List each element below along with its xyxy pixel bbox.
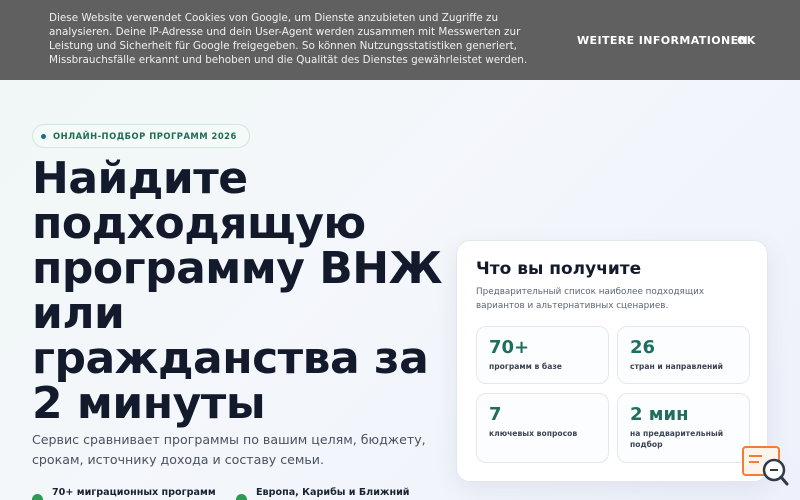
card-title: Что вы получите <box>476 259 642 279</box>
dot-icon <box>41 134 46 139</box>
feature-label: 70+ миграционных программ <box>52 487 216 498</box>
search-chat-icon[interactable] <box>742 446 790 488</box>
check-circle-icon <box>32 494 43 500</box>
stat-value: 70+ <box>489 337 530 358</box>
stat-label: программ в базе <box>489 362 562 371</box>
hero-badge-label: ОНЛАЙН-ПОДБОР ПРОГРАММ 2026 <box>53 131 237 141</box>
check-circle-icon <box>236 494 247 500</box>
stat-value: 26 <box>630 337 656 358</box>
stat-label: стран и направлений <box>630 362 723 371</box>
stat-label: на предварительный подбор <box>630 429 724 449</box>
feature-item: 70+ миграционных программ <box>32 486 222 500</box>
benefits-card: Что вы получите Предварительный список н… <box>456 240 768 482</box>
cookie-notice-text: Diese Website verwendet Cookies von Goog… <box>49 12 528 66</box>
stat-value: 2 мин <box>630 404 689 425</box>
cookie-banner: Diese Website verwendet Cookies von Goog… <box>0 0 800 80</box>
stat-label: ключевых вопросов <box>489 429 578 438</box>
feature-item: Европа, Карибы и Ближний Восток <box>236 486 426 500</box>
card-description: Предварительный список наиболее подходящ… <box>476 287 705 311</box>
hero-subtitle: Сервис сравнивает программы по вашим цел… <box>32 432 426 467</box>
feature-label: Европа, Карибы и Ближний Восток <box>256 487 410 498</box>
stat-tile: 70+ программ в базе <box>476 326 609 384</box>
stat-tile: 2 мин на предварительный подбор <box>617 393 750 463</box>
page-title: Найдите подходящую программу ВНЖ или гра… <box>32 153 442 429</box>
hero-badge: ОНЛАЙН-ПОДБОР ПРОГРАММ 2026 <box>32 124 250 148</box>
cookie-ok-button[interactable]: OK <box>737 34 756 47</box>
stat-tile: 7 ключевых вопросов <box>476 393 609 463</box>
stat-tile: 26 стран и направлений <box>617 326 750 384</box>
more-info-button[interactable]: WEITERE INFORMATIONEN <box>577 34 748 47</box>
stat-value: 7 <box>489 404 502 425</box>
